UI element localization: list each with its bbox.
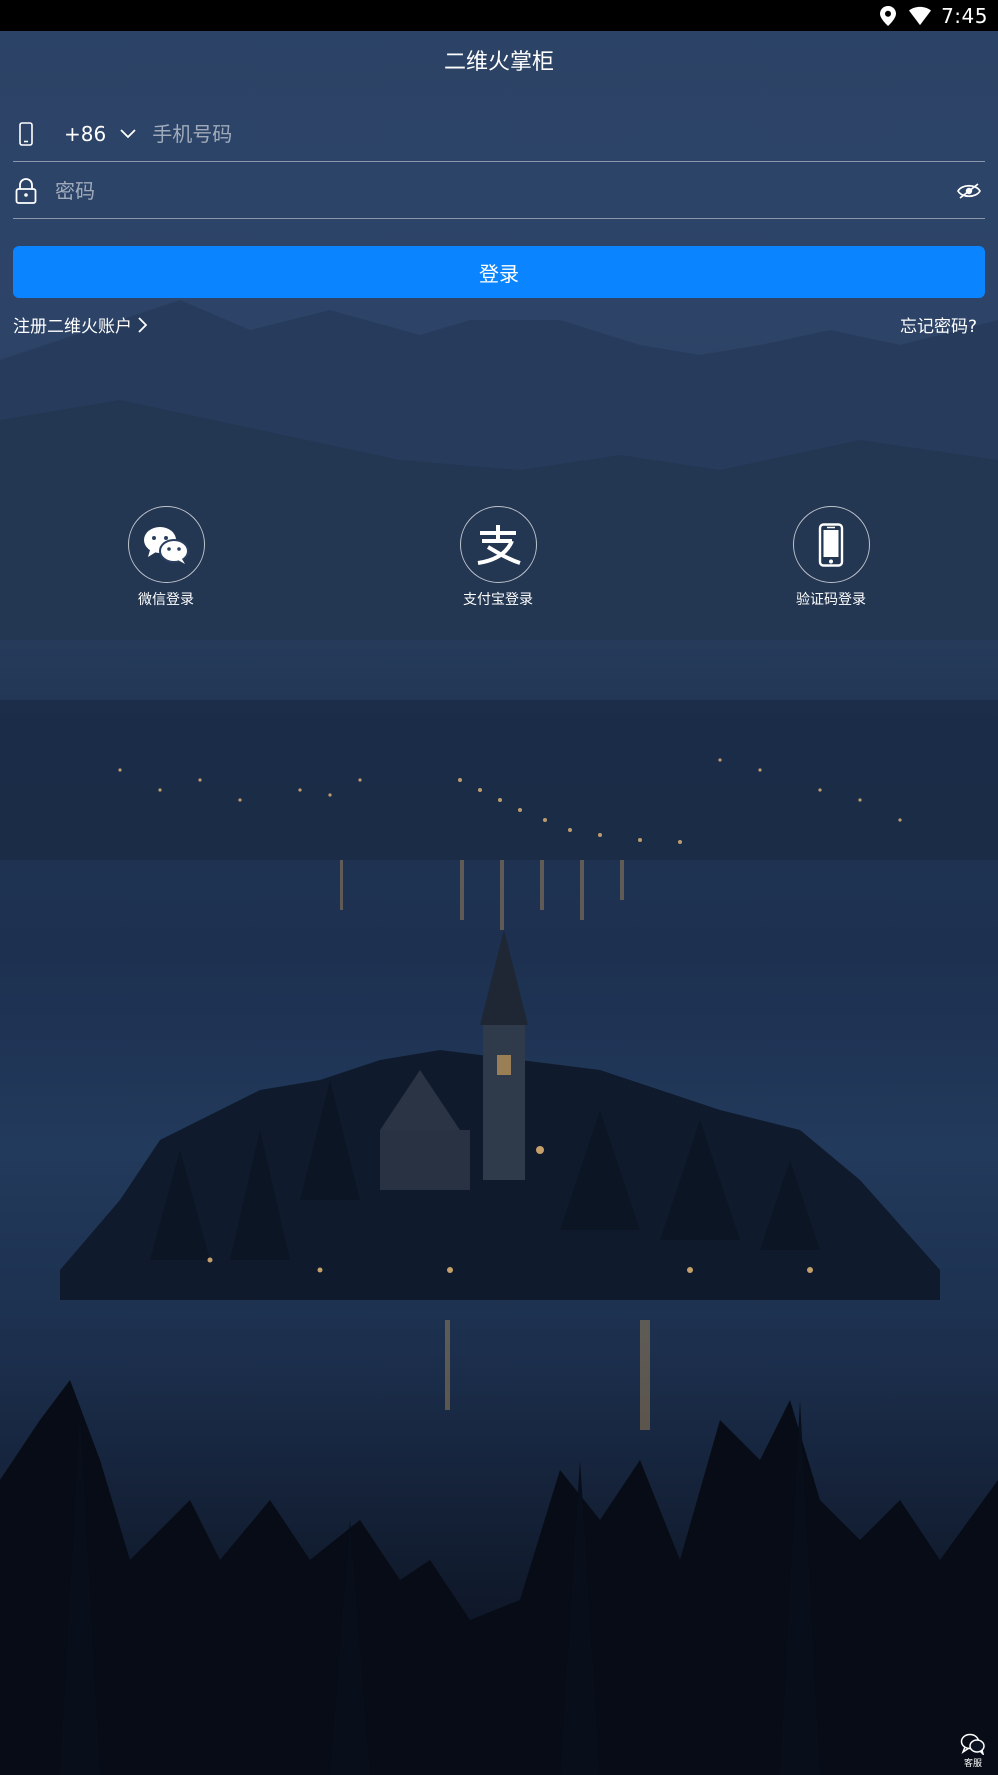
chat-bubbles-icon — [960, 1733, 985, 1755]
alipay-login-label: 支付宝登录 — [463, 592, 533, 608]
chevron-down-icon[interactable] — [120, 126, 136, 142]
sms-code-login-button[interactable]: 验证码登录 — [766, 506, 896, 609]
sms-code-login-label: 验证码登录 — [796, 592, 866, 608]
password-field — [13, 163, 985, 219]
status-bar: 7:45 — [0, 0, 998, 31]
customer-service-label: 客服 — [963, 1759, 982, 1769]
phone-icon — [792, 506, 870, 583]
wechat-icon — [127, 506, 205, 583]
password-input[interactable] — [55, 170, 955, 211]
alipay-login-button[interactable]: 支付宝登录 — [433, 506, 563, 609]
lock-icon — [13, 176, 39, 206]
wechat-login-label: 微信登录 — [138, 592, 194, 608]
register-link-label: 注册二维火账户 — [13, 317, 132, 337]
login-button[interactable]: 登录 — [13, 246, 985, 298]
status-time: 7:45 — [941, 3, 988, 28]
phone-field: +86 — [13, 106, 985, 162]
eye-hidden-icon[interactable] — [955, 177, 983, 205]
wifi-icon — [909, 5, 932, 27]
customer-service-button[interactable]: 客服 — [958, 1733, 988, 1769]
register-link[interactable]: 注册二维火账户 — [13, 312, 147, 337]
chevron-right-icon — [138, 316, 147, 333]
phone-number-input[interactable] — [152, 113, 985, 154]
alipay-icon — [459, 506, 537, 583]
mobile-phone-icon — [13, 119, 39, 149]
wechat-login-button[interactable]: 微信登录 — [101, 506, 231, 609]
location-icon — [877, 5, 899, 27]
page-title: 二维火掌柜 — [443, 50, 554, 75]
forgot-password-link[interactable]: 忘记密码? — [900, 312, 977, 337]
country-code-selector[interactable]: +86 — [64, 122, 106, 146]
